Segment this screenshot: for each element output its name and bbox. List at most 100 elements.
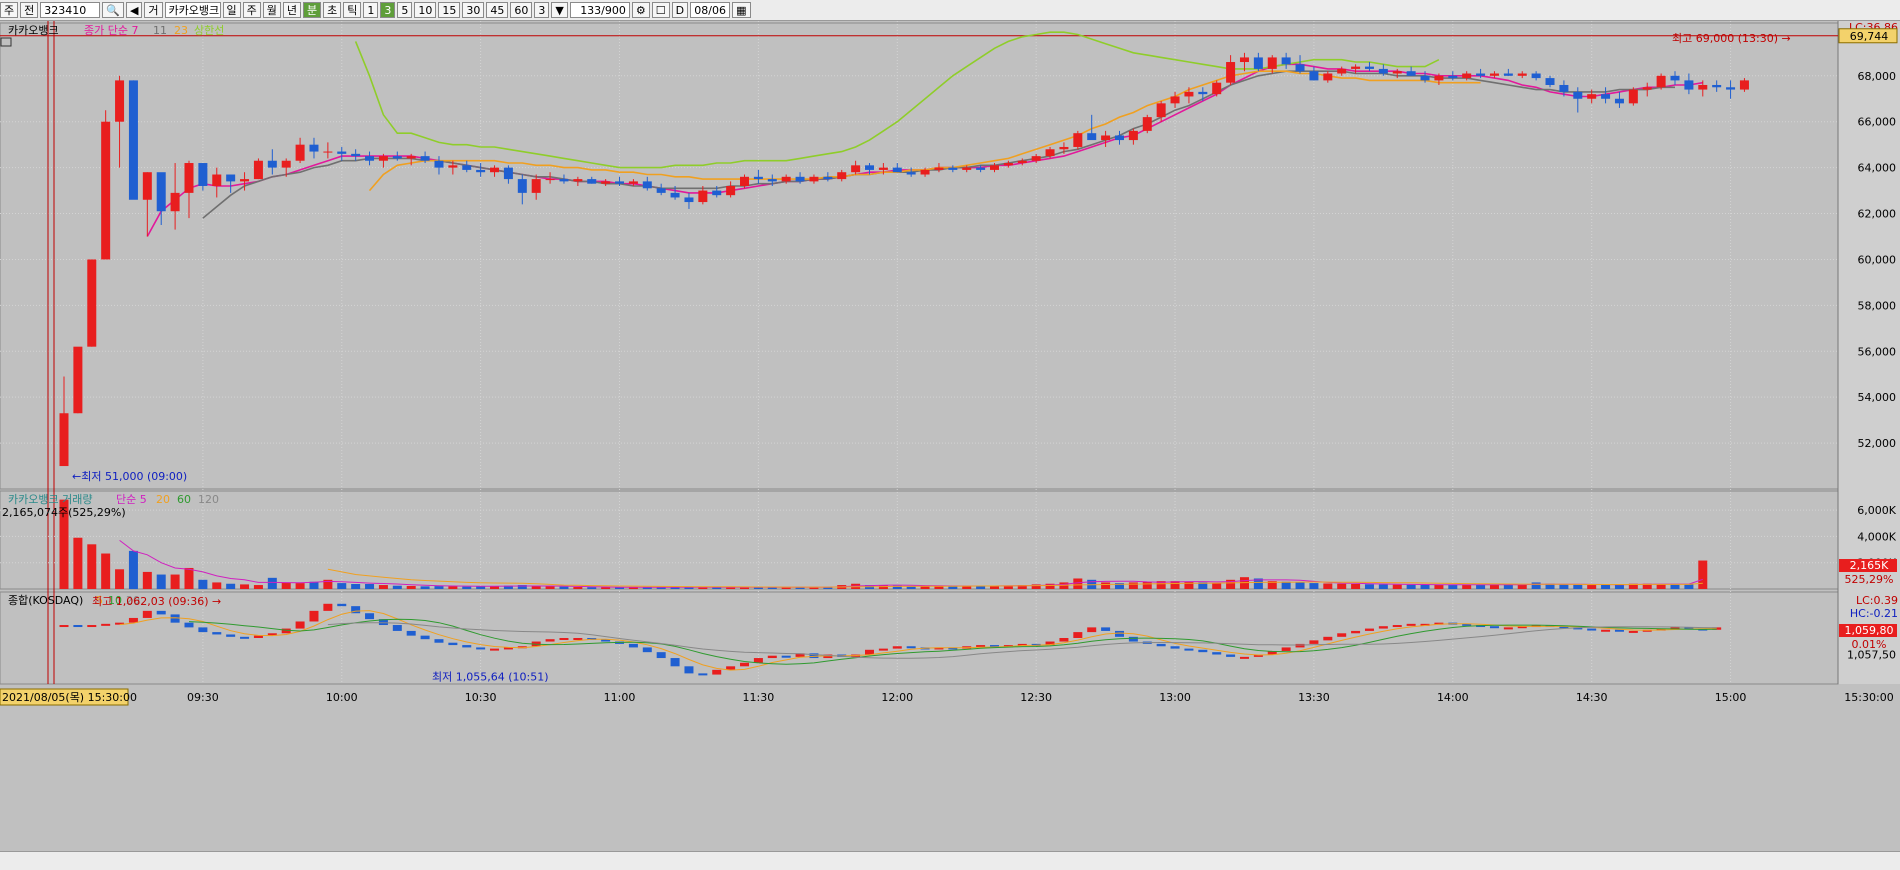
kosdaq-candle [392,625,402,631]
high-annotation: 최고 69,000 (13:30) → [1672,32,1791,45]
kosdaq-candle [753,658,763,663]
kosdaq-candle [1128,636,1138,642]
volume-bar [1420,584,1430,589]
stock-name-field[interactable]: 카카오뱅크 [164,2,221,18]
kosdaq-candle [1587,628,1597,631]
volume-bar [490,586,500,589]
chart-svg[interactable]: 09:30 10:00 10:30 11:00 11:30 12:00 12:30 13:00… [0,21,1900,851]
date-input[interactable]: 08/06 [690,2,731,18]
price-candle [795,176,805,182]
price-chart-title: 카카오뱅크 [8,24,59,37]
volume-bar [253,585,263,589]
bottom-scroll-bar[interactable] [0,851,1900,870]
time-tick-label: 12:00 [881,691,913,704]
price-candle [1739,80,1749,90]
price-candle [934,167,944,170]
chevron-down-icon[interactable]: ▼ [551,2,568,18]
time-tick-label: 11:30 [743,691,775,704]
volume-bar [392,585,402,589]
interval-5-button[interactable]: 5 [397,2,413,18]
interval-45-button[interactable]: 45 [486,2,509,18]
price-tick-label: 68,000 [1858,70,1897,83]
kosdaq-candle [1378,626,1388,629]
kosdaq-candle [1392,625,1402,628]
volume-bar [1684,584,1694,589]
volume-bar [378,585,388,589]
price-candle [378,156,388,161]
interval-3-button[interactable]: 3 [380,2,396,18]
price-candle [1656,75,1666,88]
interval-30-button[interactable]: 30 [462,2,485,18]
volume-bar [1364,584,1374,589]
period-minute-button[interactable]: 분 [303,2,322,18]
kosdaq-candle [878,648,888,651]
price-candle [1531,73,1541,79]
price-candle [726,185,736,196]
search-icon[interactable]: 🔍 [102,2,124,18]
kosdaq-candle [184,622,194,628]
price-tick-label: 56,000 [1858,345,1897,358]
settings-icon[interactable]: ⚙ [631,2,650,18]
kosdaq-candle [87,625,97,628]
kosdaq-tick-label: 1,057,50 [1847,649,1896,662]
volume-bar [1670,584,1680,589]
mode-button[interactable]: 거 [144,2,163,18]
period-month-button[interactable]: 월 [262,2,281,18]
data-ratio-field: 133/900 [569,2,630,18]
volume-bar [1698,560,1708,589]
price-candle [1267,57,1277,69]
volume-legend-item: 120 [198,493,219,506]
volume-bar [1295,582,1305,589]
count-select[interactable]: 3 [534,2,550,18]
period-type-select[interactable]: 주 [0,2,19,18]
volume-bar [156,574,166,589]
kosdaq-candle [740,662,750,667]
price-candle [781,176,791,182]
price-candle [392,156,402,159]
calendar-icon[interactable]: ▦ [732,2,751,18]
kosdaq-candle [1503,627,1513,630]
kosdaq-candle [1323,636,1333,641]
volume-bar [1476,584,1486,589]
period-tick-button[interactable]: 틱 [343,2,362,18]
interval-10-button[interactable]: 10 [414,2,437,18]
price-candle [1003,163,1013,166]
price-candle [1587,94,1597,99]
interval-15-button[interactable]: 15 [438,2,461,18]
period-year-button[interactable]: 년 [282,2,302,18]
kosdaq-candle [545,639,555,642]
period-week-button[interactable]: 주 [242,2,261,18]
kosdaq-candle [767,655,777,659]
price-candle [1253,57,1263,69]
volume-bar [1378,584,1388,589]
period-second-button[interactable]: 초 [323,2,342,18]
speaker-icon[interactable]: ◀ [125,2,143,18]
interval-60-button[interactable]: 60 [510,2,533,18]
price-candle [1712,84,1722,88]
volume-bar [434,586,444,589]
price-candle [1378,68,1388,74]
checkbox-d[interactable]: ☐ [651,2,670,18]
kosdaq-candle [476,647,486,650]
price-candle [1559,84,1569,92]
kosdaq-candle [1351,630,1361,634]
kosdaq-candle [892,646,902,649]
volume-bar [212,582,222,589]
interval-1-button[interactable]: 1 [363,2,379,18]
kosdaq-candle [323,603,333,611]
time-tick-label: 14:30 [1576,691,1608,704]
price-candle [1642,87,1652,90]
chart-area[interactable]: 09:30 10:00 10:30 11:00 11:30 12:00 12:30 13:00… [0,21,1900,869]
volume-bar [878,585,888,589]
kosdaq-candle [642,647,652,653]
scope-button[interactable]: 전 [20,2,39,18]
stock-code-input[interactable]: 323410 [40,2,101,18]
time-tick-label: 10:00 [326,691,358,704]
price-candle [365,156,375,161]
volume-bar [351,584,361,589]
period-day-button[interactable]: 일 [222,2,241,18]
price-candle [142,172,152,200]
volume-bar [462,586,472,589]
checkbox-label: D [671,2,689,18]
date-label: 2021/08/05(목) 15:30:00 [2,691,137,704]
